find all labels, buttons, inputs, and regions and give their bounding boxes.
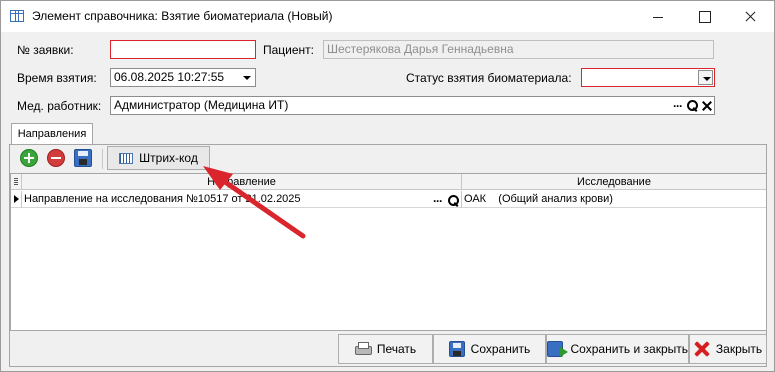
direction-cell[interactable]: Направление на исследования №10517 от 21…: [22, 191, 462, 208]
table-icon: [10, 10, 24, 22]
search-icon[interactable]: [687, 99, 698, 112]
save-button-label: Сохранить: [470, 342, 531, 356]
patient-label: Пациент:: [263, 43, 315, 57]
close-icon: [694, 341, 710, 357]
grid-header: Направление Исследование: [11, 174, 766, 190]
save-and-close-button-label: Сохранить и закрыть: [570, 342, 688, 356]
toolbar-divider: [102, 149, 103, 169]
patient-field: Шестерякова Дарья Геннадьевна: [323, 40, 714, 59]
maximize-button[interactable]: [681, 1, 727, 32]
column-header-direction[interactable]: Направление: [22, 174, 462, 190]
tab-directions[interactable]: Направления: [11, 123, 93, 145]
direction-cell-text: Направление на исследования №10517 от 21…: [24, 193, 301, 205]
status-select[interactable]: [581, 68, 715, 87]
floppy-disk-icon: [448, 341, 465, 357]
window-title: Элемент справочника: Взятие биоматериала…: [32, 9, 333, 23]
med-worker-field[interactable]: Администратор (Медицина ИТ) ···: [110, 96, 715, 115]
ellipsis-icon[interactable]: ···: [673, 100, 683, 112]
column-header-research[interactable]: Исследование: [462, 174, 766, 190]
taken-time-label: Время взятия:: [17, 71, 97, 85]
status-label: Статус взятия биоматериала:: [406, 71, 572, 85]
save-and-close-button[interactable]: Сохранить и закрыть: [546, 334, 689, 364]
barcode-button-label: Штрих-код: [139, 151, 198, 165]
print-button-label: Печать: [376, 342, 417, 356]
close-button[interactable]: Закрыть: [689, 334, 767, 364]
print-button[interactable]: Печать: [338, 334, 433, 364]
directions-grid: Направление Исследование Направление на …: [10, 173, 767, 331]
med-worker-value: Администратор (Медицина ИТ): [114, 98, 289, 112]
clear-icon[interactable]: [702, 100, 712, 112]
research-cell[interactable]: ОАК (Общий анализ крови): [462, 191, 766, 208]
minimize-button[interactable]: [635, 1, 681, 32]
save-icon[interactable]: [74, 149, 92, 167]
remove-icon[interactable]: [47, 149, 65, 167]
taken-time-value: 06.08.2025 10:27:55: [114, 70, 225, 84]
med-worker-label: Мед. работник:: [17, 99, 102, 113]
request-no-input[interactable]: [110, 40, 256, 59]
column-chooser-icon[interactable]: [11, 174, 22, 190]
taken-time-picker[interactable]: 06.08.2025 10:27:55: [110, 68, 256, 87]
table-row[interactable]: Направление на исследования №10517 от 21…: [11, 191, 766, 208]
close-window-button[interactable]: [727, 1, 773, 32]
save-and-exit-icon: [547, 341, 568, 357]
ellipsis-icon[interactable]: ···: [433, 195, 443, 207]
title-bar: Элемент справочника: Взятие биоматериала…: [1, 1, 774, 32]
add-icon[interactable]: [20, 149, 38, 167]
search-icon[interactable]: [448, 194, 459, 207]
chevron-down-icon[interactable]: [239, 70, 254, 85]
chevron-down-icon[interactable]: [698, 70, 713, 85]
med-worker-actions: ···: [673, 98, 712, 113]
direction-cell-actions: ···: [433, 193, 459, 208]
row-indicator-icon: [11, 191, 22, 208]
request-no-label: № заявки:: [17, 43, 74, 57]
barcode-icon: [119, 152, 134, 164]
barcode-button[interactable]: Штрих-код: [107, 146, 210, 170]
dialog-window: Элемент справочника: Взятие биоматериала…: [0, 0, 775, 372]
save-button[interactable]: Сохранить: [433, 334, 546, 364]
close-button-label: Закрыть: [715, 342, 763, 356]
printer-icon: [354, 342, 372, 356]
